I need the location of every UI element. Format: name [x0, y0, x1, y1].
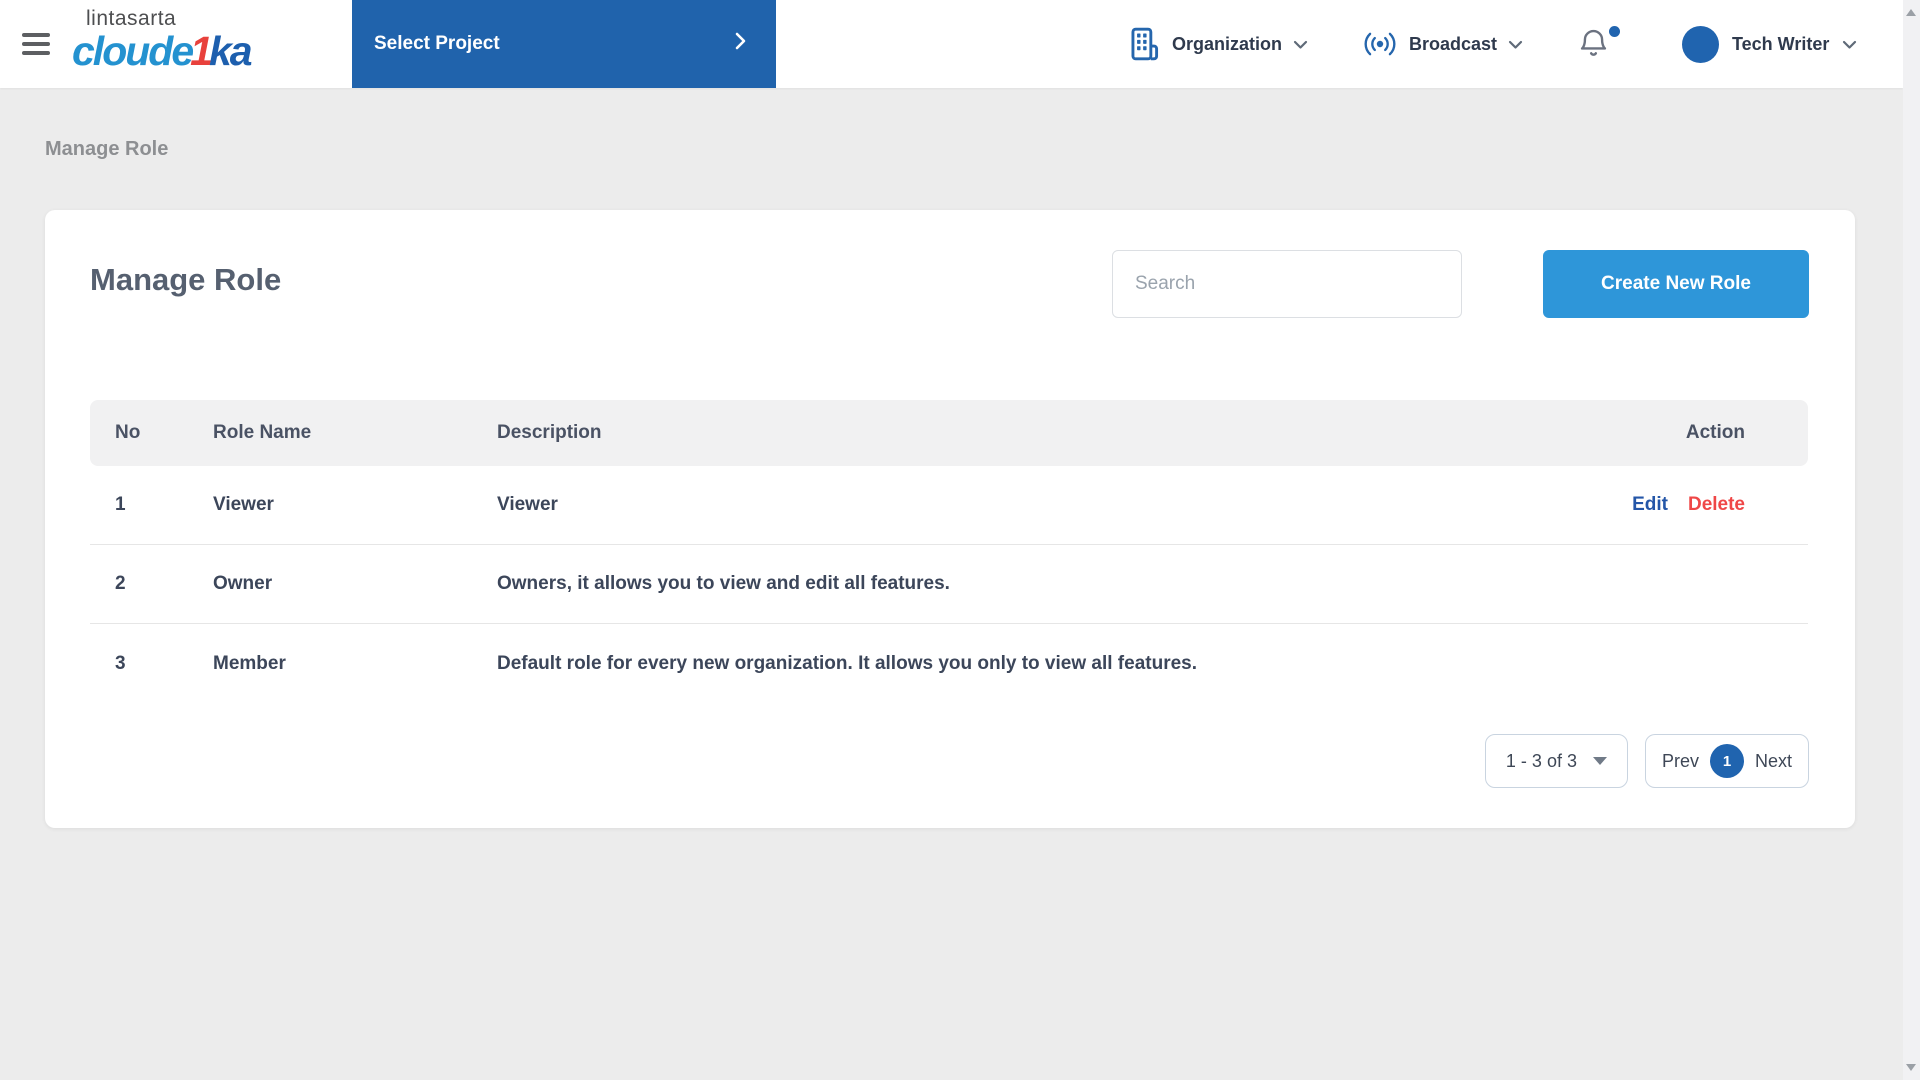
header-no: No — [115, 422, 213, 444]
table-row: 3MemberDefault role for every new organi… — [90, 624, 1808, 703]
scroll-down-arrow-icon[interactable] — [1906, 1064, 1916, 1071]
brand-product-name: cloude1ka — [72, 31, 251, 72]
chevron-right-icon — [735, 32, 746, 56]
pagination: 1 - 3 of 3 Prev 1 Next — [1485, 734, 1809, 788]
vertical-scrollbar[interactable] — [1903, 0, 1920, 1080]
chevron-down-icon — [1842, 34, 1857, 55]
avatar — [1682, 26, 1719, 63]
page-title: Manage Role — [90, 262, 281, 298]
current-page-badge[interactable]: 1 — [1710, 744, 1744, 778]
pager: Prev 1 Next — [1645, 734, 1809, 788]
table-row: 1ViewerViewerEditDelete — [90, 466, 1808, 545]
brand-company-name: lintasarta — [86, 8, 251, 29]
organization-label: Organization — [1172, 34, 1282, 55]
page-size-dropdown[interactable]: 1 - 3 of 3 — [1485, 734, 1628, 788]
select-project-label: Select Project — [374, 33, 500, 55]
edit-link[interactable]: Edit — [1632, 494, 1668, 516]
notification-dot — [1609, 26, 1620, 37]
role-name: Viewer — [213, 494, 497, 516]
top-bar: lintasarta cloude1ka Select Project — [0, 0, 1903, 88]
dropdown-arrow-icon — [1593, 757, 1607, 765]
page-range-label: 1 - 3 of 3 — [1506, 751, 1577, 772]
row-actions: Edit Delete — [1523, 494, 1783, 516]
broadcast-icon — [1362, 31, 1398, 57]
next-page-button[interactable]: Next — [1755, 751, 1792, 772]
broadcast-label: Broadcast — [1409, 34, 1497, 55]
chevron-down-icon — [1508, 34, 1523, 55]
row-number: 3 — [115, 653, 213, 675]
hamburger-menu-icon[interactable] — [22, 33, 50, 55]
role-name: Member — [213, 653, 497, 675]
delete-link[interactable]: Delete — [1688, 494, 1745, 516]
roles-table: No Role Name Description Action 1ViewerV… — [90, 400, 1808, 703]
prev-page-button[interactable]: Prev — [1662, 751, 1699, 772]
organization-menu[interactable]: Organization — [1128, 0, 1308, 88]
select-project-button[interactable]: Select Project — [352, 0, 776, 88]
user-menu[interactable]: Tech Writer — [1682, 0, 1857, 88]
user-name: Tech Writer — [1732, 34, 1829, 55]
table-body: 1ViewerViewerEditDelete2OwnerOwners, it … — [90, 466, 1808, 703]
breadcrumb: Manage Role — [45, 138, 168, 161]
search-input[interactable] — [1112, 250, 1462, 318]
row-number: 2 — [115, 573, 213, 595]
role-description: Default role for every new organization.… — [497, 653, 1523, 675]
manage-role-card: Manage Role Create New Role No Role Name… — [45, 210, 1855, 828]
brand-logo: lintasarta cloude1ka — [72, 8, 251, 72]
scroll-up-arrow-icon[interactable] — [1906, 9, 1916, 16]
organization-building-icon — [1128, 26, 1161, 62]
table-header-row: No Role Name Description Action — [90, 400, 1808, 466]
chevron-down-icon — [1293, 34, 1308, 55]
role-description: Viewer — [497, 494, 1523, 516]
header-description: Description — [497, 422, 1523, 444]
role-name: Owner — [213, 573, 497, 595]
header-action: Action — [1686, 422, 1783, 444]
create-new-role-button[interactable]: Create New Role — [1543, 250, 1809, 318]
broadcast-menu[interactable]: Broadcast — [1362, 0, 1523, 88]
notifications-button[interactable] — [1578, 26, 1624, 66]
role-description: Owners, it allows you to view and edit a… — [497, 573, 1523, 595]
row-number: 1 — [115, 494, 213, 516]
header-role-name: Role Name — [213, 422, 497, 444]
table-row: 2OwnerOwners, it allows you to view and … — [90, 545, 1808, 624]
bell-icon — [1578, 26, 1609, 60]
